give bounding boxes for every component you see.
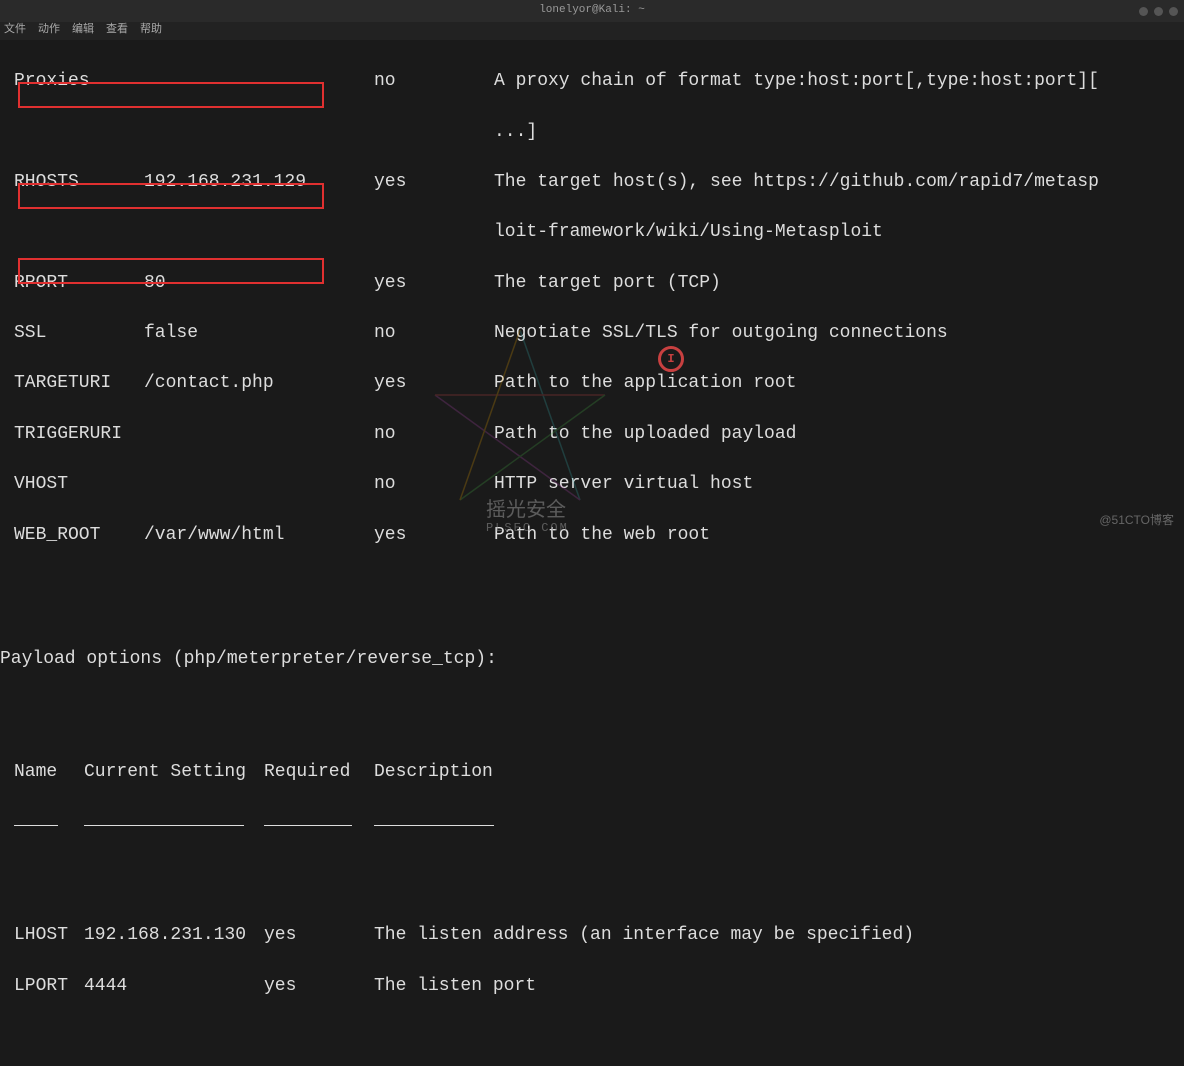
option-row: VHOST noHTTP server virtual host	[14, 472, 1170, 497]
opt-desc: loit-framework/wiki/Using-Metasploit	[494, 220, 883, 245]
opt-desc: Negotiate SSL/TLS for outgoing connectio…	[494, 321, 948, 346]
col-header-setting: Current Setting	[84, 760, 264, 785]
popt-name: LPORT	[14, 974, 84, 999]
opt-name: TRIGGERURI	[14, 422, 144, 447]
opt-name: TARGETURI	[14, 371, 144, 396]
opt-required: no	[374, 422, 494, 447]
popt-name: LHOST	[14, 923, 84, 948]
opt-name: VHOST	[14, 472, 144, 497]
option-row: TRIGGERURI noPath to the uploaded payload	[14, 422, 1170, 447]
opt-name: WEB_ROOT	[14, 523, 144, 548]
opt-setting: 192.168.231.129	[144, 170, 374, 195]
opt-required: no	[374, 472, 494, 497]
minimize-button[interactable]	[1139, 7, 1148, 16]
window-controls	[1139, 7, 1178, 16]
opt-desc: Path to the application root	[494, 371, 796, 396]
opt-setting: /var/www/html	[144, 523, 374, 548]
menu-edit[interactable]: 编辑	[72, 23, 94, 38]
option-row: WEB_ROOT/var/www/htmlyesPath to the web …	[14, 523, 1170, 548]
window-title: lonelyor@Kali: ~	[539, 3, 645, 18]
opt-name: RHOSTS	[14, 170, 144, 195]
menubar: 文件 动作 编辑 查看 帮助	[0, 22, 1184, 40]
payload-header: Payload options (php/meterpreter/reverse…	[0, 647, 1170, 672]
credit-text: @51CTO博客	[1099, 512, 1174, 529]
option-row: RHOSTS192.168.231.129yesThe target host(…	[14, 170, 1170, 195]
option-row: Proxies noA proxy chain of format type:ho…	[14, 69, 1170, 94]
opt-setting	[144, 472, 374, 497]
col-header-desc: Description	[374, 760, 493, 785]
maximize-button[interactable]	[1154, 7, 1163, 16]
opt-desc: The target port (TCP)	[494, 271, 721, 296]
close-button[interactable]	[1169, 7, 1178, 16]
opt-name: Proxies	[14, 69, 144, 94]
opt-setting	[144, 422, 374, 447]
option-row: loit-framework/wiki/Using-Metasploit	[14, 220, 1170, 245]
option-row: RPORT80yesThe target port (TCP)	[14, 271, 1170, 296]
opt-required: yes	[374, 523, 494, 548]
popt-required: yes	[264, 974, 374, 999]
opt-required: yes	[374, 371, 494, 396]
opt-required: no	[374, 321, 494, 346]
opt-desc: ...]	[494, 120, 537, 145]
opt-required: no	[374, 69, 494, 94]
payload-columns-header: NameCurrent SettingRequiredDescription	[14, 760, 1170, 785]
window-titlebar: lonelyor@Kali: ~	[0, 0, 1184, 22]
opt-name: RPORT	[14, 271, 144, 296]
opt-required: yes	[374, 170, 494, 195]
col-header-required: Required	[264, 760, 374, 785]
menu-view[interactable]: 查看	[106, 23, 128, 38]
col-header-name: Name	[14, 760, 84, 785]
opt-name: SSL	[14, 321, 144, 346]
opt-setting	[144, 69, 374, 94]
opt-setting: 80	[144, 271, 374, 296]
popt-setting: 192.168.231.130	[84, 923, 264, 948]
menu-help[interactable]: 帮助	[140, 23, 162, 38]
terminal-output[interactable]: ProxiesnoA proxy chain of format type:ho…	[0, 40, 1184, 1066]
option-row: ...]	[14, 120, 1170, 145]
opt-desc: The target host(s), see https://github.c…	[494, 170, 1099, 195]
popt-desc: The listen address (an interface may be …	[374, 923, 914, 948]
popt-setting: 4444	[84, 974, 264, 999]
opt-desc: HTTP server virtual host	[494, 472, 753, 497]
menu-action[interactable]: 动作	[38, 23, 60, 38]
option-row: TARGETURI/contact.phpyesPath to the appl…	[14, 371, 1170, 396]
opt-setting: /contact.php	[144, 371, 374, 396]
payload-row: LHOST192.168.231.130yesThe listen addres…	[14, 923, 1170, 948]
opt-desc: A proxy chain of format type:host:port[,…	[494, 69, 1099, 94]
menu-file[interactable]: 文件	[4, 23, 26, 38]
popt-desc: The listen port	[374, 974, 536, 999]
opt-setting: false	[144, 321, 374, 346]
popt-required: yes	[264, 923, 374, 948]
payload-columns-underline	[14, 810, 1170, 835]
payload-row: LPORT4444yesThe listen port	[14, 974, 1170, 999]
option-row: SSLfalsenoNegotiate SSL/TLS for outgoing…	[14, 321, 1170, 346]
opt-desc: Path to the web root	[494, 523, 710, 548]
opt-required: yes	[374, 271, 494, 296]
opt-desc: Path to the uploaded payload	[494, 422, 796, 447]
